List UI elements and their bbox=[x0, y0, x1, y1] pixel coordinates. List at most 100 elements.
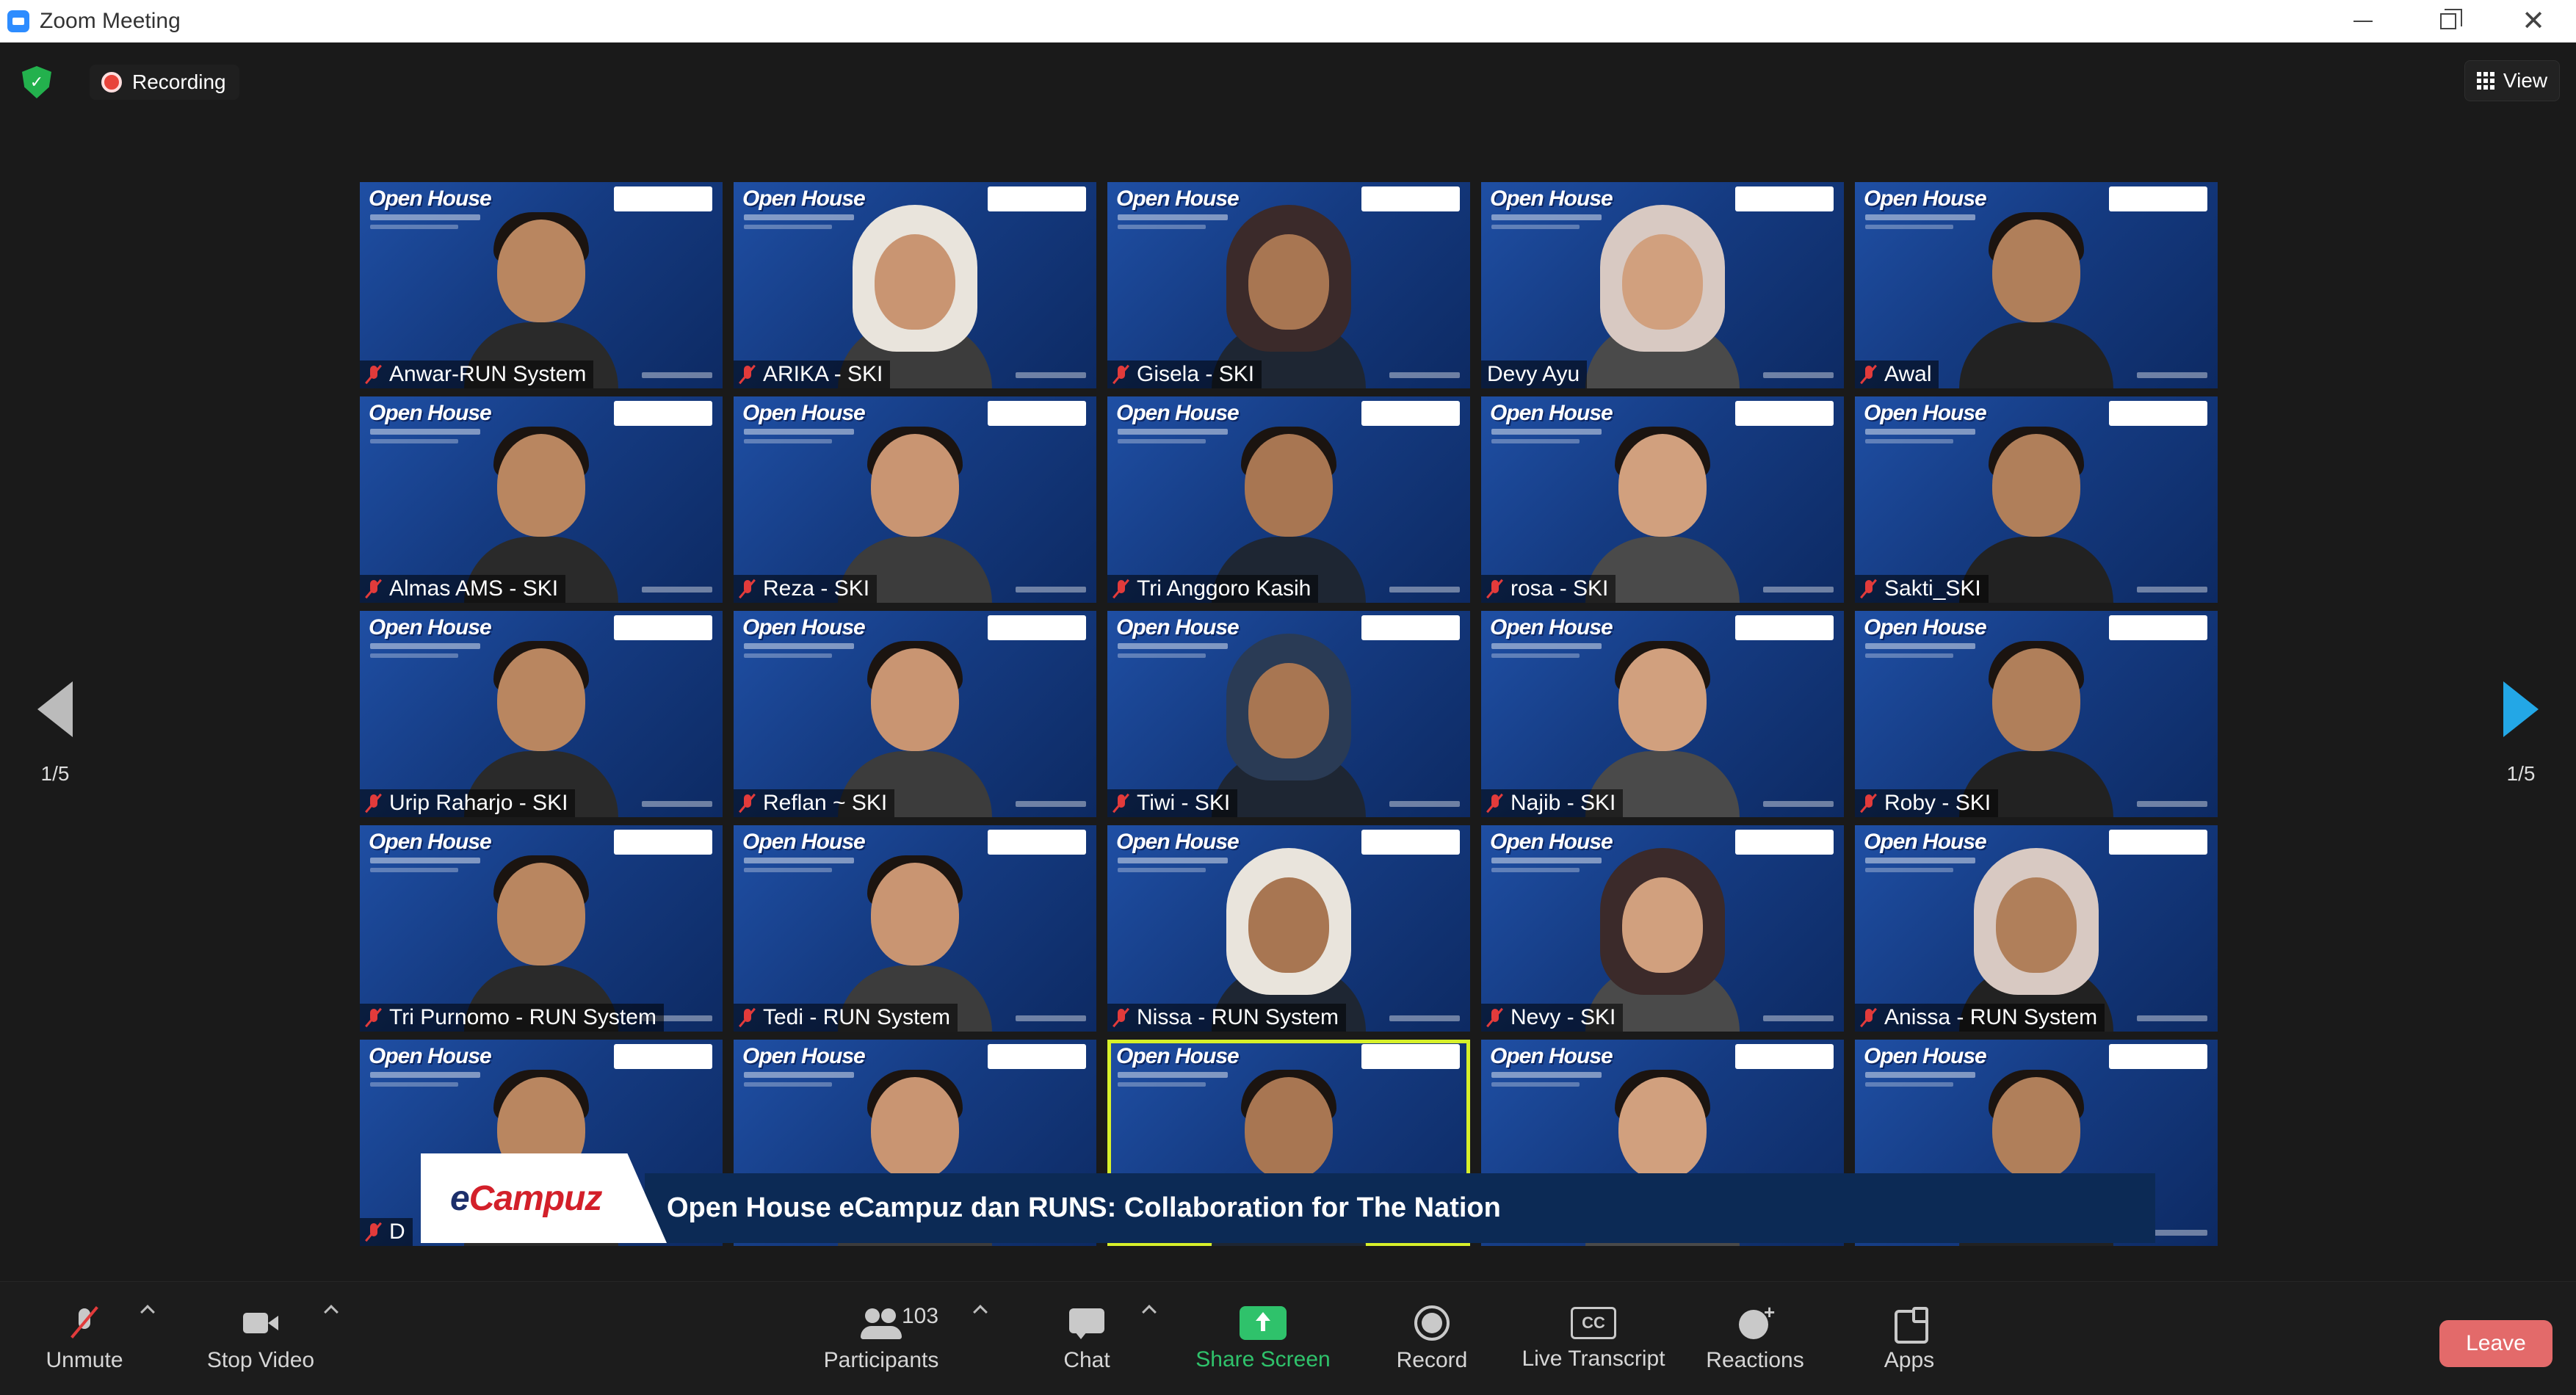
chat-button[interactable]: Chat bbox=[1043, 1282, 1131, 1395]
background-date-bar bbox=[1389, 372, 1460, 378]
background-oh-sub2 bbox=[744, 225, 832, 229]
background-oh-sub2 bbox=[370, 868, 458, 872]
restore-button[interactable] bbox=[2406, 0, 2491, 43]
participant-name: Nissa - RUN System bbox=[1137, 1005, 1339, 1029]
unmute-label: Unmute bbox=[46, 1347, 123, 1372]
meeting-info: ✓ Recording bbox=[22, 65, 239, 100]
participant-video-tile[interactable]: Open House Anissa - RUN System bbox=[1855, 825, 2218, 1032]
participant-video-tile[interactable]: Open House Tiwi - SKI bbox=[1107, 611, 1470, 817]
participant-video-tile[interactable]: Open House Gisela - SKI bbox=[1107, 182, 1470, 388]
next-page-button[interactable]: 1/5 bbox=[2488, 681, 2554, 791]
background-date-bar bbox=[1763, 372, 1834, 378]
minimize-icon bbox=[2354, 21, 2373, 22]
participant-name: Roby - SKI bbox=[1884, 791, 1991, 815]
participant-video-tile[interactable]: Open House Reflan ~ SKI bbox=[734, 611, 1096, 817]
participant-name-tag: Tri Purnomo - RUN System bbox=[360, 1004, 664, 1032]
chat-options-caret[interactable] bbox=[1142, 1305, 1157, 1319]
background-oh-sub2 bbox=[1865, 1082, 1953, 1087]
background-logo-card bbox=[1735, 830, 1834, 855]
participant-video-tile[interactable]: Open House rosa - SKI bbox=[1481, 396, 1844, 603]
background-oh-sub2 bbox=[370, 225, 458, 229]
live-transcript-button[interactable]: CC Live Transcript bbox=[1513, 1282, 1674, 1395]
encryption-shield-icon[interactable]: ✓ bbox=[22, 66, 51, 98]
participant-name-tag: Najib - SKI bbox=[1481, 789, 1624, 817]
meeting-area: ✓ Recording View 1/5 1/5 Open House Anwar… bbox=[0, 43, 2576, 1395]
participant-video-tile[interactable]: Open House Najib - SKI bbox=[1481, 611, 1844, 817]
muted-microphone-icon bbox=[739, 793, 756, 814]
participant-video-tile[interactable]: Open House Nevy - SKI bbox=[1481, 825, 1844, 1032]
participant-video-tile[interactable]: Open House Tedi - RUN System bbox=[734, 825, 1096, 1032]
muted-microphone-icon bbox=[1113, 1007, 1129, 1028]
muted-microphone-icon bbox=[366, 793, 382, 814]
background-oh-sub2 bbox=[1118, 225, 1206, 229]
background-date-bar bbox=[1763, 801, 1834, 807]
record-button[interactable]: Record bbox=[1381, 1282, 1483, 1395]
unmute-button[interactable]: Unmute bbox=[29, 1282, 140, 1395]
background-date-bar bbox=[1389, 587, 1460, 593]
participant-video-tile[interactable]: Open House Almas AMS - SKI bbox=[360, 396, 723, 603]
participant-name: Sakti_SKI bbox=[1884, 576, 1981, 601]
participant-video-tile[interactable]: Open House ARIKA - SKI bbox=[734, 182, 1096, 388]
background-oh-sub2 bbox=[1118, 653, 1206, 658]
background-logo-card bbox=[614, 830, 712, 855]
background-logo-card bbox=[988, 186, 1086, 211]
page-indicator-left: 1/5 bbox=[40, 762, 70, 785]
background-date-bar bbox=[642, 587, 712, 593]
background-date-bar bbox=[1763, 587, 1834, 593]
previous-page-button[interactable]: 1/5 bbox=[22, 681, 88, 791]
background-oh-sub2 bbox=[1491, 868, 1580, 872]
background-oh-sub2 bbox=[1865, 439, 1953, 443]
muted-microphone-icon bbox=[1861, 364, 1877, 385]
participant-name: Reza - SKI bbox=[763, 576, 870, 601]
participant-video-tile[interactable]: Open House Tri Anggoro Kasih bbox=[1107, 396, 1470, 603]
participant-name: Tedi - RUN System bbox=[763, 1005, 951, 1029]
participant-video-tile[interactable]: Open House Devy Ayu bbox=[1481, 182, 1844, 388]
participants-options-caret[interactable] bbox=[973, 1305, 988, 1319]
background-logo-card bbox=[988, 830, 1086, 855]
meeting-toolbar: Unmute Stop Video Participants 103 Chat … bbox=[0, 1281, 2576, 1395]
background-logo-card bbox=[1735, 401, 1834, 426]
background-logo-card bbox=[1361, 830, 1460, 855]
participant-name-tag: Nissa - RUN System bbox=[1107, 1004, 1347, 1032]
window-controls: ✕ bbox=[2320, 0, 2576, 43]
participant-name: Tiwi - SKI bbox=[1137, 791, 1231, 815]
background-logo-card bbox=[1735, 615, 1834, 640]
close-button[interactable]: ✕ bbox=[2491, 0, 2576, 43]
background-oh-sub2 bbox=[744, 439, 832, 443]
background-oh-sub2 bbox=[1491, 439, 1580, 443]
participant-name: Tri Purnomo - RUN System bbox=[389, 1005, 656, 1029]
background-oh-sub2 bbox=[744, 868, 832, 872]
minimize-button[interactable] bbox=[2320, 0, 2406, 43]
participant-video-tile[interactable]: Open House Roby - SKI bbox=[1855, 611, 2218, 817]
recording-indicator[interactable]: Recording bbox=[90, 65, 239, 100]
closed-caption-icon: CC bbox=[1571, 1306, 1616, 1339]
stop-video-button[interactable]: Stop Video bbox=[195, 1282, 327, 1395]
apps-button[interactable]: Apps bbox=[1865, 1282, 1953, 1395]
participant-name-tag: Devy Ayu bbox=[1481, 360, 1588, 388]
audio-options-caret[interactable] bbox=[140, 1305, 155, 1319]
participant-video-tile[interactable]: Open House Nissa - RUN System bbox=[1107, 825, 1470, 1032]
background-logo-card bbox=[2109, 615, 2207, 640]
reactions-button[interactable]: Reactions bbox=[1696, 1282, 1814, 1395]
muted-microphone-icon bbox=[739, 1007, 756, 1028]
background-date-bar bbox=[1016, 372, 1086, 378]
participant-video-feed bbox=[1585, 205, 1740, 388]
reactions-label: Reactions bbox=[1706, 1347, 1804, 1372]
background-logo-card bbox=[614, 1044, 712, 1069]
leave-button[interactable]: Leave bbox=[2439, 1320, 2553, 1367]
participant-name-tag: Sakti_SKI bbox=[1855, 575, 1989, 603]
participant-video-tile[interactable]: Open House Anwar-RUN System bbox=[360, 182, 723, 388]
participant-video-tile[interactable]: Open House Urip Raharjo - SKI bbox=[360, 611, 723, 817]
participant-video-tile[interactable]: Open House Awal bbox=[1855, 182, 2218, 388]
muted-microphone-icon bbox=[1861, 579, 1877, 599]
participants-button[interactable]: Participants 103 bbox=[815, 1282, 947, 1395]
stop-video-label: Stop Video bbox=[206, 1347, 315, 1372]
participant-video-tile[interactable]: Open House Tri Purnomo - RUN System bbox=[360, 825, 723, 1032]
arrow-left-icon bbox=[37, 681, 73, 737]
share-screen-button[interactable]: Share Screen bbox=[1190, 1282, 1336, 1395]
zoom-app-icon bbox=[7, 10, 29, 32]
live-transcript-label: Live Transcript bbox=[1522, 1346, 1665, 1371]
participant-video-tile[interactable]: Open House Sakti_SKI bbox=[1855, 396, 2218, 603]
view-button[interactable]: View bbox=[2464, 60, 2560, 101]
participant-video-tile[interactable]: Open House Reza - SKI bbox=[734, 396, 1096, 603]
